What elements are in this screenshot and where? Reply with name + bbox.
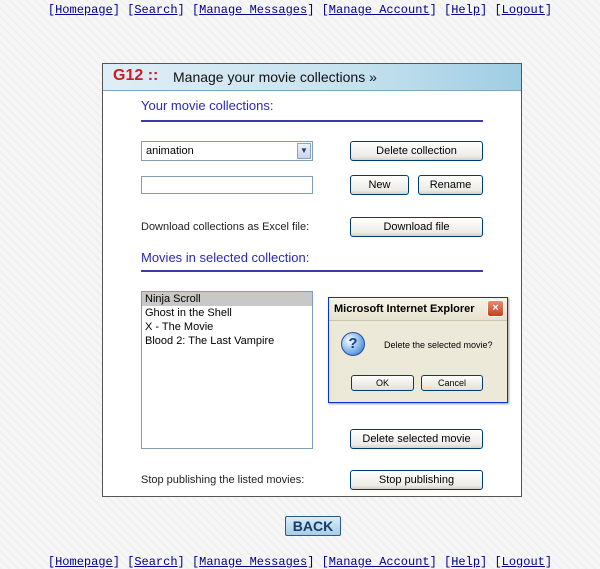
new-collection-input[interactable]	[141, 176, 313, 194]
nav-search-link[interactable]: Search	[134, 3, 177, 17]
dialog-title: Microsoft Internet Explorer	[334, 303, 475, 315]
chevron-down-icon[interactable]: ▼	[297, 143, 311, 159]
back-button[interactable]: BACK	[285, 516, 341, 536]
download-file-button[interactable]: Download file	[350, 217, 483, 237]
nav-homepage-link[interactable]: Homepage	[55, 3, 113, 17]
list-item[interactable]: Ninja Scroll	[142, 292, 312, 306]
collections-panel: G12 :: Manage your movie collections » Y…	[102, 63, 522, 497]
nav-manage-account-link[interactable]: Manage Account	[329, 555, 430, 569]
list-item[interactable]: X - The Movie	[142, 320, 312, 334]
nav-manage-messages-link[interactable]: Manage Messages	[199, 3, 307, 17]
top-nav: [Homepage] [Search] [Manage Messages] [M…	[47, 3, 553, 17]
movies-heading: Movies in selected collection:	[141, 250, 310, 265]
new-collection-button[interactable]: New	[350, 175, 409, 195]
panel-header: G12 :: Manage your movie collections »	[103, 64, 521, 91]
rename-collection-button[interactable]: Rename	[418, 175, 483, 195]
confirm-dialog: Microsoft Internet Explorer × ? Delete t…	[328, 297, 508, 403]
download-label: Download collections as Excel file:	[141, 221, 310, 233]
dialog-titlebar[interactable]: Microsoft Internet Explorer ×	[329, 298, 507, 321]
collection-select-value: animation	[146, 145, 194, 157]
stop-publishing-button[interactable]: Stop publishing	[350, 470, 483, 490]
nav-search-link[interactable]: Search	[134, 555, 177, 569]
dialog-message: Delete the selected movie?	[384, 340, 493, 350]
nav-homepage-link[interactable]: Homepage	[55, 555, 113, 569]
cancel-button[interactable]: Cancel	[421, 375, 483, 391]
question-icon: ?	[341, 332, 365, 356]
stop-publishing-label: Stop publishing the listed movies:	[141, 474, 305, 486]
section-divider	[141, 120, 483, 122]
list-item[interactable]: Blood 2: The Last Vampire	[142, 334, 312, 348]
ok-button[interactable]: OK	[351, 375, 414, 391]
site-logo: G12 ::	[113, 67, 159, 84]
close-icon[interactable]: ×	[487, 300, 504, 317]
nav-logout-link[interactable]: Logout	[502, 3, 545, 17]
delete-selected-movie-button[interactable]: Delete selected movie	[350, 429, 483, 449]
nav-manage-messages-link[interactable]: Manage Messages	[199, 555, 307, 569]
bottom-nav: [Homepage] [Search] [Manage Messages] [M…	[47, 555, 553, 569]
movies-listbox[interactable]: Ninja Scroll Ghost in the Shell X - The …	[141, 291, 313, 449]
nav-logout-link[interactable]: Logout	[502, 555, 545, 569]
section-divider	[141, 270, 483, 272]
nav-manage-account-link[interactable]: Manage Account	[329, 3, 430, 17]
collections-heading: Your movie collections:	[141, 98, 274, 113]
page-title: Manage your movie collections »	[173, 69, 377, 85]
nav-help-link[interactable]: Help	[451, 3, 480, 17]
list-item[interactable]: Ghost in the Shell	[142, 306, 312, 320]
collection-select[interactable]: animation ▼	[141, 141, 313, 161]
nav-help-link[interactable]: Help	[451, 555, 480, 569]
delete-collection-button[interactable]: Delete collection	[350, 141, 483, 161]
